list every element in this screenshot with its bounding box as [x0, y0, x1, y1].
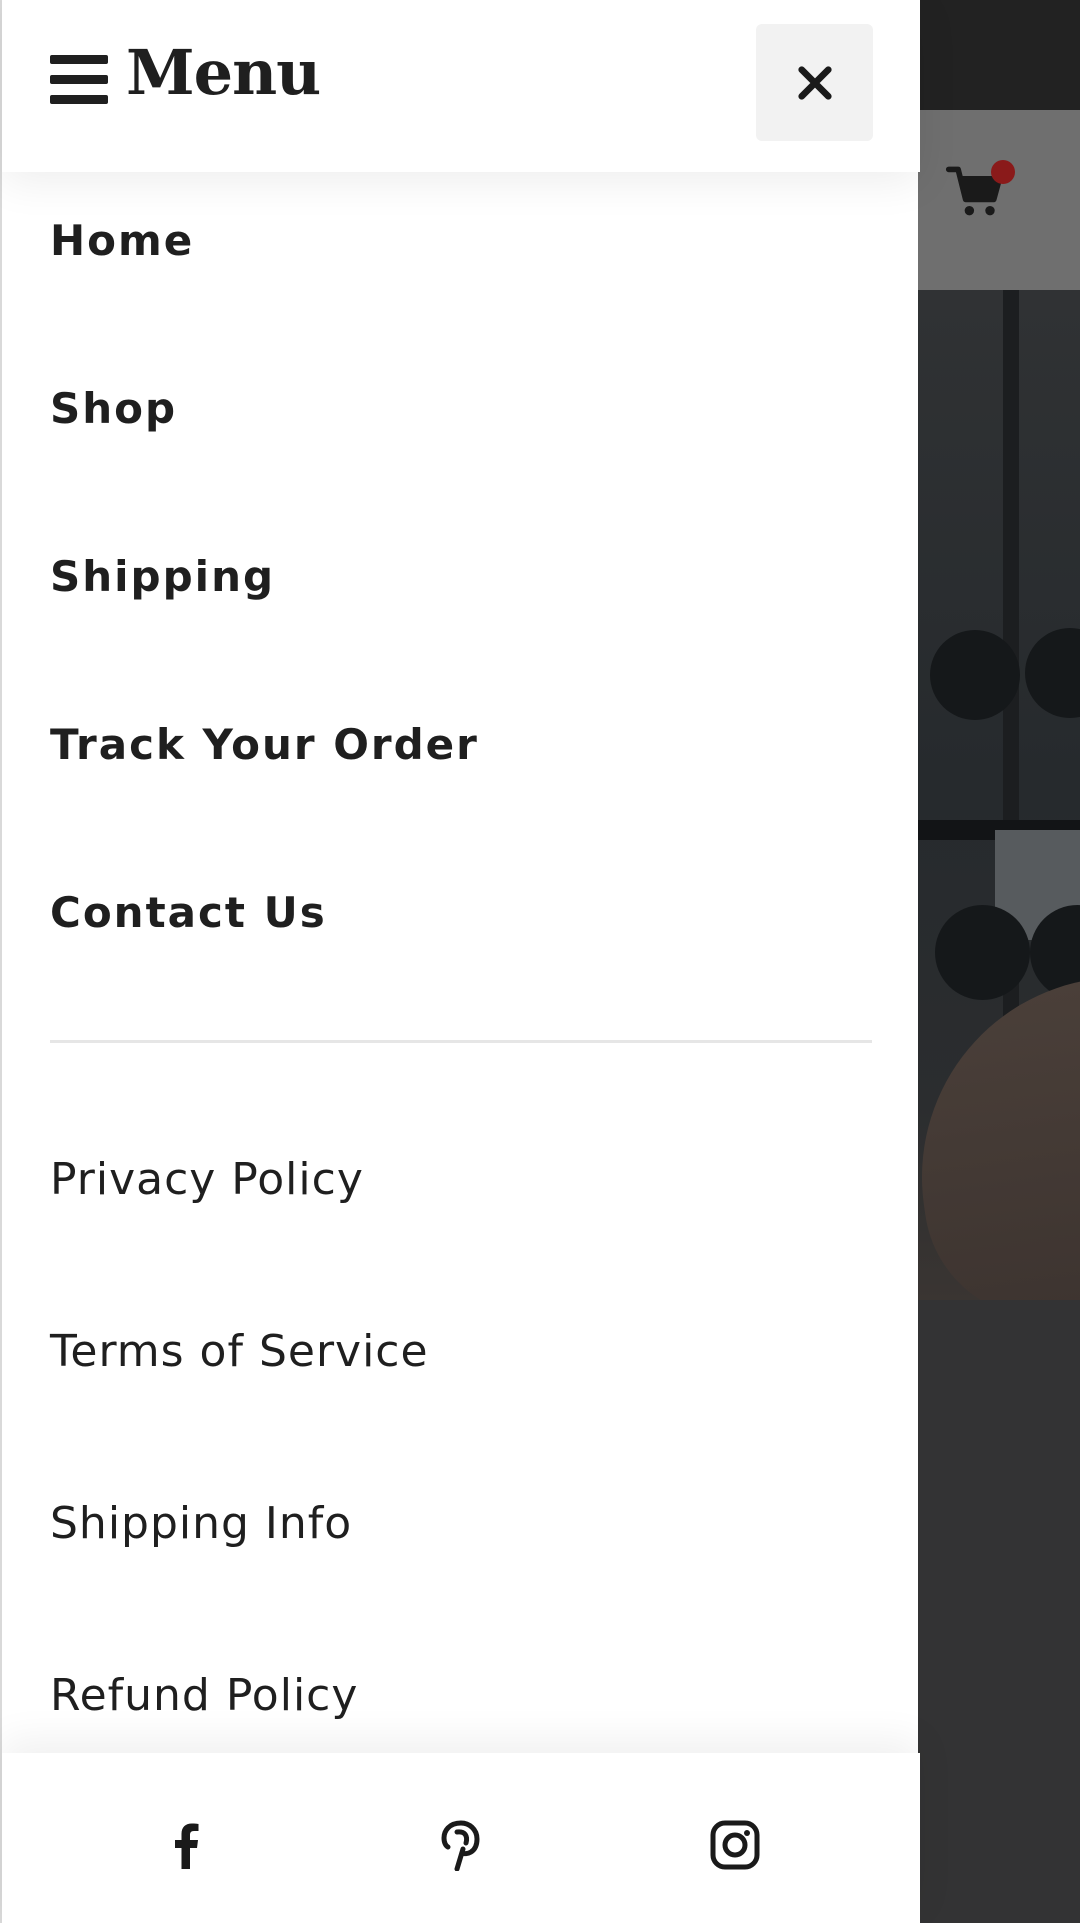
menu-divider: [50, 1040, 872, 1043]
drawer-header: Menu: [2, 0, 920, 172]
nav-item-contact-us[interactable]: Contact Us: [50, 892, 327, 934]
hamburger-icon: [50, 55, 108, 105]
hero-image-floor: [918, 1300, 1080, 1923]
menu-drawer: Menu Home Shop Shipping Track Your Order…: [0, 0, 920, 1923]
hero-image-weight: [930, 630, 1020, 720]
facebook-icon[interactable]: [157, 1815, 217, 1875]
link-privacy-policy[interactable]: Privacy Policy: [50, 1158, 364, 1202]
pinterest-icon[interactable]: [431, 1815, 491, 1875]
menu-title: Menu: [126, 36, 321, 109]
cart-badge: [991, 160, 1015, 184]
close-button[interactable]: [756, 24, 873, 141]
nav-item-home[interactable]: Home: [50, 220, 194, 262]
nav-item-track-order[interactable]: Track Your Order: [50, 724, 479, 766]
hero-image-weight: [935, 905, 1030, 1000]
nav-item-shipping[interactable]: Shipping: [50, 556, 275, 598]
close-icon: [797, 65, 832, 100]
nav-item-shop[interactable]: Shop: [50, 388, 177, 430]
link-shipping-info[interactable]: Shipping Info: [50, 1502, 352, 1546]
link-refund-policy[interactable]: Refund Policy: [50, 1674, 358, 1718]
link-terms-of-service[interactable]: Terms of Service: [50, 1330, 429, 1374]
instagram-icon[interactable]: [705, 1815, 765, 1875]
